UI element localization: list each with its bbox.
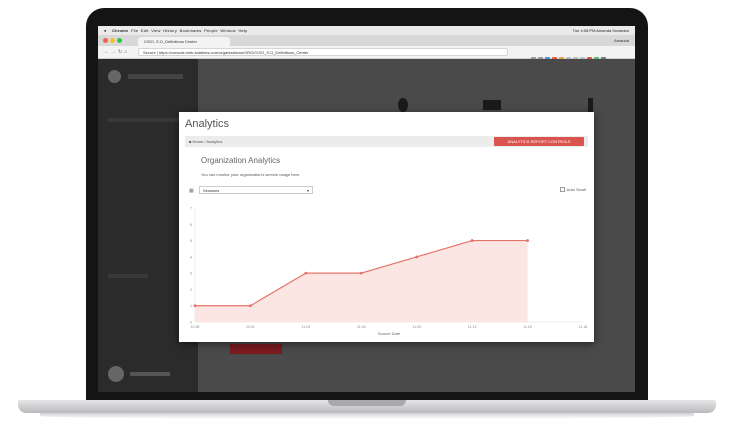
data-point bbox=[415, 255, 419, 259]
x-tick-label: 10.28 bbox=[191, 325, 200, 329]
data-point bbox=[249, 304, 252, 308]
menu-people[interactable]: People bbox=[204, 28, 218, 33]
menu-window[interactable]: Window bbox=[220, 28, 235, 33]
modal-title: Analytics bbox=[185, 118, 230, 130]
avatar bbox=[108, 366, 124, 382]
browser-profile[interactable]: Amanda bbox=[614, 35, 629, 46]
metric-select-value: Sessions bbox=[203, 188, 220, 193]
x-tick-label: 11.15 bbox=[523, 325, 532, 329]
menubar-app[interactable]: Chrome bbox=[112, 28, 128, 33]
section-description: You can monitor your organization's serv… bbox=[201, 172, 301, 177]
analytics-chart: 0 1 2 3 4 5 6 7 10.28 10.31 11.03 11.06 11.09 11.12 11… bbox=[185, 198, 588, 338]
breadcrumb[interactable]: ■ Home / Analytics bbox=[189, 136, 222, 147]
menu-edit[interactable]: Edit bbox=[141, 28, 149, 33]
checkbox-icon[interactable] bbox=[559, 187, 565, 193]
breadcrumb-text: Home / Analytics bbox=[192, 139, 223, 144]
apple-icon[interactable]: ● bbox=[104, 26, 106, 35]
address-bar[interactable]: Secure | https://console-web.salafons.co… bbox=[138, 48, 508, 56]
breadcrumb-bar: ■ Home / Analytics ANALYTICS REPORT CONT… bbox=[185, 136, 588, 147]
app-brand-placeholder bbox=[128, 74, 183, 79]
y-tick-label: 7 bbox=[190, 207, 192, 211]
minimize-window-icon[interactable] bbox=[110, 38, 115, 43]
mac-menubar: ● Chrome File Edit View History Bookmark… bbox=[98, 26, 635, 35]
menubar-status: Tue 4:08 PM Amanda Snowdon bbox=[572, 28, 629, 33]
laptop-screen: ● Chrome File Edit View History Bookmark… bbox=[98, 26, 635, 392]
background-icon bbox=[483, 100, 501, 110]
x-tick-label: 11.09 bbox=[412, 325, 421, 329]
sidebar-item bbox=[108, 274, 148, 278]
data-point bbox=[193, 304, 197, 308]
x-tick-label: 11.06 bbox=[357, 325, 366, 329]
y-tick-label: 2 bbox=[190, 288, 192, 292]
data-point bbox=[304, 271, 308, 275]
section-title: Organization Analytics bbox=[201, 156, 281, 165]
chart-icon: ▦ bbox=[189, 188, 194, 194]
analytics-action-button[interactable]: ANALYTICS REPORT CONTROLS bbox=[494, 137, 584, 146]
navigation-icons[interactable]: ←→↻⌂ bbox=[104, 46, 129, 58]
menu-view[interactable]: View bbox=[151, 28, 160, 33]
data-point bbox=[526, 239, 529, 242]
x-tick-label: 10.31 bbox=[246, 325, 255, 329]
y-tick-label: 0 bbox=[190, 321, 192, 325]
browser-tabbar: CISO, S.O_Definitions Center Amanda bbox=[98, 35, 635, 46]
chart-svg: 0 1 2 3 4 5 6 7 10.28 10.31 11.03 11.06 11.09 11.12 11… bbox=[190, 207, 588, 337]
extension-icons[interactable] bbox=[529, 49, 629, 62]
x-tick-label: 11.12 bbox=[468, 325, 477, 329]
menu-bookmarks[interactable]: Bookmarks bbox=[180, 28, 202, 33]
browser-toolbar: ←→↻⌂ Secure | https://console-web.salafo… bbox=[98, 46, 635, 62]
close-window-icon[interactable] bbox=[103, 38, 108, 43]
menu-help[interactable]: Help bbox=[238, 28, 247, 33]
y-tick-label: 1 bbox=[190, 304, 192, 308]
sidebar-item bbox=[108, 118, 183, 122]
y-tick-label: 6 bbox=[190, 223, 192, 227]
menubar-menus[interactable]: Chrome File Edit View History Bookmarks … bbox=[112, 26, 247, 35]
url-text: Secure | https://console-web.salafons.co… bbox=[143, 50, 309, 55]
menu-history[interactable]: History bbox=[163, 28, 177, 33]
y-tick-label: 4 bbox=[190, 255, 192, 259]
menu-file[interactable]: File bbox=[131, 28, 138, 33]
x-tick-label: 11.03 bbox=[302, 325, 311, 329]
tab-title: CISO, S.O_Definitions Center bbox=[144, 39, 197, 44]
auto-scroll-label: Auto Scroll bbox=[566, 187, 586, 192]
data-point bbox=[470, 239, 474, 242]
analytics-modal: Analytics ■ Home / Analytics ANALYTICS R… bbox=[179, 112, 594, 342]
maximize-window-icon[interactable] bbox=[117, 38, 122, 43]
app-logo bbox=[108, 70, 121, 83]
laptop-notch bbox=[328, 400, 406, 406]
sidebar-user-placeholder bbox=[130, 372, 170, 376]
background-icon bbox=[398, 98, 408, 112]
y-tick-label: 5 bbox=[190, 239, 192, 243]
browser-tab[interactable]: CISO, S.O_Definitions Center bbox=[138, 37, 230, 46]
x-axis-label: Source Date bbox=[378, 331, 401, 336]
background-button bbox=[230, 344, 282, 354]
x-tick-label: 11.18 bbox=[579, 325, 588, 329]
y-tick-label: 3 bbox=[190, 272, 192, 276]
chevron-down-icon: ▾ bbox=[306, 188, 309, 193]
auto-scroll-toggle[interactable]: Auto Scroll bbox=[559, 187, 586, 193]
home-icon: ■ bbox=[189, 139, 192, 144]
series-area bbox=[195, 240, 528, 322]
metric-select[interactable]: Sessions ▾ bbox=[199, 186, 313, 194]
laptop-shadow bbox=[40, 413, 694, 419]
data-point bbox=[359, 271, 363, 275]
